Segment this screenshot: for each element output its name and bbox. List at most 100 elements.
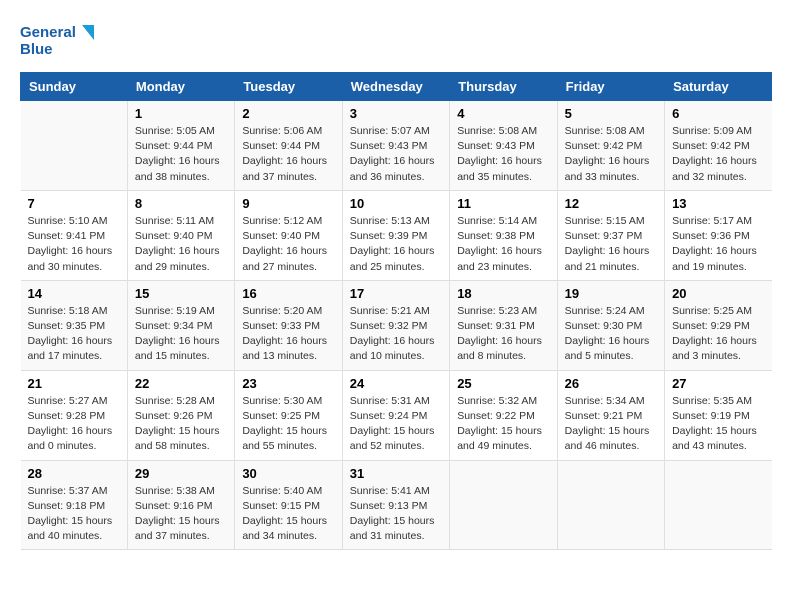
day-info: Sunrise: 5:17 AM Sunset: 9:36 PM Dayligh…	[672, 214, 764, 275]
calendar-week-5: 28 Sunrise: 5:37 AM Sunset: 9:18 PM Dayli…	[21, 460, 772, 550]
day-info: Sunrise: 5:11 AM Sunset: 9:40 PM Dayligh…	[135, 214, 227, 275]
calendar-cell: 13 Sunrise: 5:17 AM Sunset: 9:36 PM Dayli…	[665, 190, 772, 280]
column-header-wednesday: Wednesday	[342, 73, 449, 101]
day-info: Sunrise: 5:27 AM Sunset: 9:28 PM Dayligh…	[28, 394, 120, 455]
calendar-cell: 27 Sunrise: 5:35 AM Sunset: 9:19 PM Dayli…	[665, 370, 772, 460]
day-number: 17	[350, 286, 442, 301]
calendar-cell: 29Sunrise: 5:38 AM Sunset: 9:16 PM Dayli…	[127, 460, 234, 550]
calendar-table: SundayMondayTuesdayWednesdayThursdayFrid…	[20, 72, 772, 550]
day-info: Sunrise: 5:06 AM Sunset: 9:44 PM Dayligh…	[242, 124, 334, 185]
calendar-cell: 15Sunrise: 5:19 AM Sunset: 9:34 PM Dayli…	[127, 280, 234, 370]
day-info: Sunrise: 5:30 AM Sunset: 9:25 PM Dayligh…	[242, 394, 334, 455]
calendar-cell: 12 Sunrise: 5:15 AM Sunset: 9:37 PM Dayli…	[557, 190, 664, 280]
day-number: 7	[28, 196, 120, 211]
day-info: Sunrise: 5:23 AM Sunset: 9:31 PM Dayligh…	[457, 304, 549, 365]
calendar-cell: 21 Sunrise: 5:27 AM Sunset: 9:28 PM Dayli…	[21, 370, 128, 460]
day-info: Sunrise: 5:18 AM Sunset: 9:35 PM Dayligh…	[28, 304, 120, 365]
day-number: 21	[28, 376, 120, 391]
column-header-tuesday: Tuesday	[235, 73, 342, 101]
day-info: Sunrise: 5:15 AM Sunset: 9:37 PM Dayligh…	[565, 214, 657, 275]
day-number: 5	[565, 106, 657, 121]
calendar-cell: 30 Sunrise: 5:40 AM Sunset: 9:15 PM Dayli…	[235, 460, 342, 550]
day-info: Sunrise: 5:09 AM Sunset: 9:42 PM Dayligh…	[672, 124, 764, 185]
calendar-cell: 23 Sunrise: 5:30 AM Sunset: 9:25 PM Dayli…	[235, 370, 342, 460]
calendar-cell: 17 Sunrise: 5:21 AM Sunset: 9:32 PM Dayli…	[342, 280, 449, 370]
calendar-cell: 5 Sunrise: 5:08 AM Sunset: 9:42 PM Daylig…	[557, 101, 664, 191]
calendar-cell: 8 Sunrise: 5:11 AM Sunset: 9:40 PM Daylig…	[127, 190, 234, 280]
calendar-cell	[450, 460, 557, 550]
day-number: 27	[672, 376, 764, 391]
day-info: Sunrise: 5:24 AM Sunset: 9:30 PM Dayligh…	[565, 304, 657, 365]
calendar-cell: 11Sunrise: 5:14 AM Sunset: 9:38 PM Dayli…	[450, 190, 557, 280]
day-number: 28	[28, 466, 120, 481]
calendar-cell: 24 Sunrise: 5:31 AM Sunset: 9:24 PM Dayli…	[342, 370, 449, 460]
column-header-monday: Monday	[127, 73, 234, 101]
calendar-cell: 20 Sunrise: 5:25 AM Sunset: 9:29 PM Dayli…	[665, 280, 772, 370]
calendar-week-1: 1Sunrise: 5:05 AM Sunset: 9:44 PM Daylig…	[21, 101, 772, 191]
calendar-cell: 2 Sunrise: 5:06 AM Sunset: 9:44 PM Daylig…	[235, 101, 342, 191]
day-info: Sunrise: 5:08 AM Sunset: 9:43 PM Dayligh…	[457, 124, 549, 185]
day-info: Sunrise: 5:21 AM Sunset: 9:32 PM Dayligh…	[350, 304, 442, 365]
calendar-cell: 22 Sunrise: 5:28 AM Sunset: 9:26 PM Dayli…	[127, 370, 234, 460]
calendar-cell: 25 Sunrise: 5:32 AM Sunset: 9:22 PM Dayli…	[450, 370, 557, 460]
day-number: 30	[242, 466, 334, 481]
page-header: General Blue	[20, 20, 772, 62]
logo-svg: General Blue	[20, 20, 100, 62]
day-number: 24	[350, 376, 442, 391]
day-info: Sunrise: 5:08 AM Sunset: 9:42 PM Dayligh…	[565, 124, 657, 185]
column-header-saturday: Saturday	[665, 73, 772, 101]
calendar-cell: 3Sunrise: 5:07 AM Sunset: 9:43 PM Daylig…	[342, 101, 449, 191]
calendar-cell	[665, 460, 772, 550]
day-number: 25	[457, 376, 549, 391]
day-number: 1	[135, 106, 227, 121]
day-number: 6	[672, 106, 764, 121]
calendar-cell: 16 Sunrise: 5:20 AM Sunset: 9:33 PM Dayli…	[235, 280, 342, 370]
calendar-cell: 31 Sunrise: 5:41 AM Sunset: 9:13 PM Dayli…	[342, 460, 449, 550]
day-number: 14	[28, 286, 120, 301]
day-number: 22	[135, 376, 227, 391]
logo: General Blue	[20, 20, 100, 62]
calendar-week-3: 14 Sunrise: 5:18 AM Sunset: 9:35 PM Dayli…	[21, 280, 772, 370]
day-info: Sunrise: 5:28 AM Sunset: 9:26 PM Dayligh…	[135, 394, 227, 455]
calendar-header-row: SundayMondayTuesdayWednesdayThursdayFrid…	[21, 73, 772, 101]
calendar-cell: 7 Sunrise: 5:10 AM Sunset: 9:41 PM Daylig…	[21, 190, 128, 280]
day-number: 19	[565, 286, 657, 301]
column-header-friday: Friday	[557, 73, 664, 101]
day-number: 8	[135, 196, 227, 211]
day-info: Sunrise: 5:40 AM Sunset: 9:15 PM Dayligh…	[242, 484, 334, 545]
day-number: 10	[350, 196, 442, 211]
day-number: 4	[457, 106, 549, 121]
day-number: 13	[672, 196, 764, 211]
day-info: Sunrise: 5:34 AM Sunset: 9:21 PM Dayligh…	[565, 394, 657, 455]
day-info: Sunrise: 5:20 AM Sunset: 9:33 PM Dayligh…	[242, 304, 334, 365]
day-info: Sunrise: 5:31 AM Sunset: 9:24 PM Dayligh…	[350, 394, 442, 455]
column-header-sunday: Sunday	[21, 73, 128, 101]
day-info: Sunrise: 5:41 AM Sunset: 9:13 PM Dayligh…	[350, 484, 442, 545]
calendar-cell: 9Sunrise: 5:12 AM Sunset: 9:40 PM Daylig…	[235, 190, 342, 280]
calendar-cell: 4 Sunrise: 5:08 AM Sunset: 9:43 PM Daylig…	[450, 101, 557, 191]
day-info: Sunrise: 5:10 AM Sunset: 9:41 PM Dayligh…	[28, 214, 120, 275]
day-number: 18	[457, 286, 549, 301]
calendar-cell: 19 Sunrise: 5:24 AM Sunset: 9:30 PM Dayli…	[557, 280, 664, 370]
day-info: Sunrise: 5:25 AM Sunset: 9:29 PM Dayligh…	[672, 304, 764, 365]
day-number: 23	[242, 376, 334, 391]
day-number: 26	[565, 376, 657, 391]
calendar-cell	[21, 101, 128, 191]
calendar-cell: 6 Sunrise: 5:09 AM Sunset: 9:42 PM Daylig…	[665, 101, 772, 191]
day-number: 2	[242, 106, 334, 121]
day-number: 20	[672, 286, 764, 301]
calendar-cell: 10 Sunrise: 5:13 AM Sunset: 9:39 PM Dayli…	[342, 190, 449, 280]
day-info: Sunrise: 5:32 AM Sunset: 9:22 PM Dayligh…	[457, 394, 549, 455]
calendar-week-4: 21 Sunrise: 5:27 AM Sunset: 9:28 PM Dayli…	[21, 370, 772, 460]
calendar-cell: 26 Sunrise: 5:34 AM Sunset: 9:21 PM Dayli…	[557, 370, 664, 460]
calendar-week-2: 7 Sunrise: 5:10 AM Sunset: 9:41 PM Daylig…	[21, 190, 772, 280]
day-info: Sunrise: 5:35 AM Sunset: 9:19 PM Dayligh…	[672, 394, 764, 455]
day-info: Sunrise: 5:13 AM Sunset: 9:39 PM Dayligh…	[350, 214, 442, 275]
day-info: Sunrise: 5:37 AM Sunset: 9:18 PM Dayligh…	[28, 484, 120, 545]
day-number: 12	[565, 196, 657, 211]
day-number: 16	[242, 286, 334, 301]
day-number: 31	[350, 466, 442, 481]
day-number: 11	[457, 196, 549, 211]
day-number: 9	[242, 196, 334, 211]
day-info: Sunrise: 5:38 AM Sunset: 9:16 PM Dayligh…	[135, 484, 227, 545]
